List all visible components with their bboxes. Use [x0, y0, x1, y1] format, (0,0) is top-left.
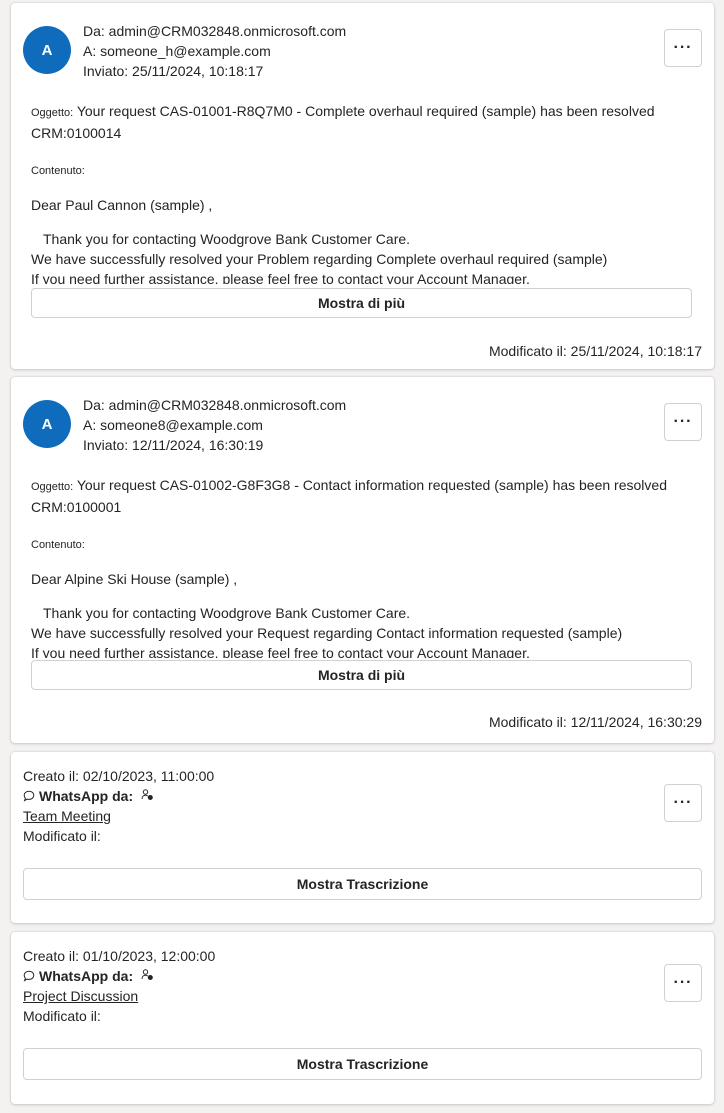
created-line: Creato il: 01/10/2023, 12:00:00	[23, 948, 216, 964]
email-meta: Da: admin@CRM032848.onmicrosoft.com A: s…	[83, 395, 346, 455]
whatsapp-from-row: WhatsApp da:	[23, 786, 214, 806]
email-body: Dear Alpine Ski House (sample) , Thank y…	[31, 569, 701, 658]
modified-line: Modificato il:	[23, 828, 101, 844]
created-line: Creato il: 02/10/2023, 11:00:00	[23, 768, 215, 784]
content-label: Contenuto:	[31, 539, 85, 551]
avatar: A	[23, 26, 71, 74]
chat-bubble-icon	[23, 970, 35, 982]
conversation-link[interactable]: Project Discussion	[23, 988, 138, 1004]
email-card: A Da: admin@CRM032848.onmicrosoft.com A:…	[11, 3, 714, 369]
subject-text: Your request CAS-01002-G8F3G8 - Contact …	[31, 477, 667, 515]
whatsapp-info: Creato il: 01/10/2023, 12:00:00 WhatsApp…	[23, 946, 215, 1026]
to-line: A: someone_h@example.com	[83, 43, 271, 59]
whatsapp-from-label: WhatsApp da:	[39, 788, 134, 804]
more-options-button[interactable]: ···	[664, 403, 702, 441]
to-line: A: someone8@example.com	[83, 417, 263, 433]
whatsapp-from-row: WhatsApp da:	[23, 966, 215, 986]
from-line: Da: admin@CRM032848.onmicrosoft.com	[83, 23, 347, 39]
body-line: If you need further assistance, please f…	[31, 645, 530, 658]
show-transcript-button[interactable]: Mostra Trascrizione	[23, 1048, 702, 1080]
show-more-button[interactable]: Mostra di più	[31, 288, 692, 318]
more-options-button[interactable]: ···	[664, 29, 702, 67]
conversation-link[interactable]: Team Meeting	[23, 808, 111, 824]
whatsapp-info: Creato il: 02/10/2023, 11:00:00 WhatsApp…	[23, 766, 214, 846]
from-line: Da: admin@CRM032848.onmicrosoft.com	[83, 397, 347, 413]
body-line: We have successfully resolved your Probl…	[31, 251, 608, 267]
avatar: A	[23, 400, 71, 448]
sent-line: Inviato: 25/11/2024, 10:18:17	[83, 63, 264, 79]
modified-line: Modificato il: 12/11/2024, 16:30:29	[488, 714, 702, 730]
more-options-button[interactable]: ···	[664, 964, 702, 1002]
body-line: Thank you for contacting Woodgrove Bank …	[43, 605, 411, 621]
subject-text: Your request CAS-01001-R8Q7M0 - Complete…	[31, 103, 655, 141]
person-icon	[141, 969, 153, 980]
email-meta: Da: admin@CRM032848.onmicrosoft.com A: s…	[83, 21, 346, 81]
body-line: We have successfully resolved your Reque…	[31, 625, 623, 641]
content-label: Contenuto:	[31, 165, 85, 177]
sent-line: Inviato: 12/11/2024, 16:30:19	[83, 437, 264, 453]
subject-label: Oggetto:	[31, 107, 74, 119]
greeting: Dear Paul Cannon (sample) ,	[31, 197, 213, 213]
person-icon	[141, 789, 153, 800]
subject-label: Oggetto:	[31, 481, 74, 493]
chat-bubble-icon	[23, 790, 35, 802]
body-line: If you need further assistance, please f…	[31, 271, 530, 284]
show-more-button[interactable]: Mostra di più	[31, 660, 692, 690]
show-transcript-button[interactable]: Mostra Trascrizione	[23, 868, 702, 900]
email-card: A Da: admin@CRM032848.onmicrosoft.com A:…	[11, 377, 714, 743]
modified-line: Modificato il:	[23, 1008, 101, 1024]
email-subject: Oggetto: Your request CAS-01001-R8Q7M0 -…	[31, 101, 674, 143]
body-line: Thank you for contacting Woodgrove Bank …	[43, 231, 411, 247]
whatsapp-card: Creato il: 02/10/2023, 11:00:00 WhatsApp…	[11, 752, 714, 923]
email-subject: Oggetto: Your request CAS-01002-G8F3G8 -…	[31, 475, 674, 517]
more-options-button[interactable]: ···	[664, 784, 702, 822]
greeting: Dear Alpine Ski House (sample) ,	[31, 571, 238, 587]
whatsapp-from-label: WhatsApp da:	[39, 968, 134, 984]
email-body: Dear Paul Cannon (sample) , Thank you fo…	[31, 195, 701, 284]
whatsapp-card: Creato il: 01/10/2023, 12:00:00 WhatsApp…	[11, 932, 714, 1104]
modified-line: Modificato il: 25/11/2024, 10:18:17	[488, 343, 702, 359]
